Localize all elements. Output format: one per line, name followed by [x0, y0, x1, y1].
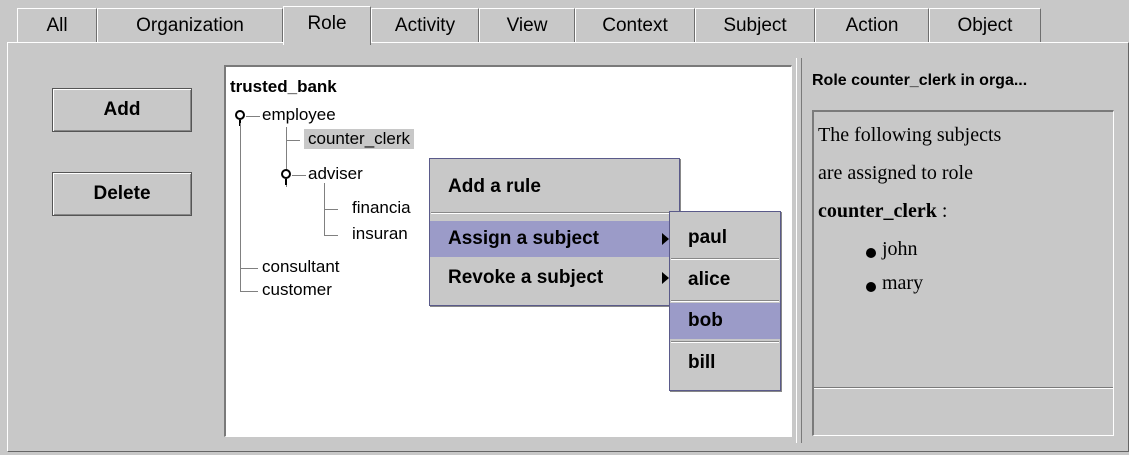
add-button[interactable]: Add — [52, 88, 192, 132]
menu-item-label: Add a rule — [448, 176, 541, 197]
submenu-item-bill[interactable]: bill — [670, 345, 780, 381]
menu-separator — [671, 341, 779, 343]
split-pane-divider[interactable] — [796, 58, 802, 443]
menu-item-label: Assign a subject — [448, 228, 599, 249]
tab-all[interactable]: All — [17, 8, 97, 42]
menu-separator — [671, 258, 779, 260]
info-role-name: counter_clerk — [818, 200, 937, 222]
menu-item-add-rule[interactable]: Add a rule — [430, 169, 679, 205]
submenu-item-label: alice — [688, 269, 731, 290]
delete-button[interactable]: Delete — [52, 172, 192, 216]
subject-item: mary — [882, 272, 924, 294]
tree-connector — [324, 235, 338, 236]
tab-label: Context — [602, 15, 668, 36]
tab-label: Object — [957, 15, 1013, 36]
tree-node-consultant[interactable]: consultant — [262, 257, 340, 277]
info-panel: The following subjects are assigned to r… — [812, 110, 1114, 436]
tab-context[interactable]: Context — [575, 8, 695, 42]
tree-node-customer[interactable]: customer — [262, 280, 332, 300]
subject-item: john — [882, 238, 918, 260]
tree-connector — [240, 291, 258, 292]
submenu-item-label: bob — [688, 310, 723, 331]
submenu-item-label: paul — [688, 227, 728, 248]
bullet-icon — [866, 248, 876, 258]
info-role-line: counter_clerk : — [818, 200, 947, 223]
submenu-item-paul[interactable]: paul — [670, 220, 780, 256]
tree-root[interactable]: trusted_bank — [230, 77, 337, 97]
info-divider — [814, 387, 1113, 389]
info-title: Role counter_clerk in orga... — [812, 72, 1028, 89]
bullet-icon — [866, 282, 876, 292]
info-colon: : — [936, 200, 948, 222]
key-icon[interactable] — [235, 110, 245, 126]
tree-node-employee[interactable]: employee — [262, 105, 336, 125]
tree-node-financial[interactable]: financia — [352, 198, 411, 218]
tab-label: View — [506, 15, 548, 36]
submenu-item-label: bill — [688, 352, 716, 373]
tree-connector — [286, 140, 300, 141]
tree-node-insurance[interactable]: insuran — [352, 224, 408, 244]
submenu-arrow-icon — [662, 233, 669, 245]
tab-label: All — [46, 15, 68, 36]
tab-organization[interactable]: Organization — [97, 8, 283, 42]
key-icon[interactable] — [281, 169, 291, 185]
context-menu: Add a rule Assign a subject Revoke a sub… — [429, 158, 680, 306]
tree-connector — [246, 116, 260, 117]
menu-separator — [431, 212, 678, 214]
tab-object[interactable]: Object — [929, 8, 1041, 42]
tree-node-adviser[interactable]: adviser — [308, 164, 363, 184]
tab-role[interactable]: Role — [283, 6, 371, 45]
menu-item-assign-subject[interactable]: Assign a subject — [430, 221, 679, 257]
tab-subject[interactable]: Subject — [695, 8, 815, 42]
submenu-item-bob[interactable]: bob — [670, 303, 780, 339]
info-text-line: The following subjects — [818, 124, 1002, 146]
menu-item-revoke-subject[interactable]: Revoke a subject — [430, 260, 679, 296]
tab-label: Role — [307, 13, 347, 34]
subject-submenu: paul alice bob bill — [669, 211, 781, 391]
tab-label: Activity — [394, 15, 456, 36]
tab-view[interactable]: View — [479, 8, 575, 42]
tree-connector — [240, 268, 258, 269]
tab-label: Subject — [723, 15, 787, 36]
tab-label: Action — [845, 15, 899, 36]
tree-connector — [240, 123, 241, 291]
tab-activity[interactable]: Activity — [371, 8, 479, 42]
tree-node-counter-clerk[interactable]: counter_clerk — [304, 129, 415, 149]
menu-item-label: Revoke a subject — [448, 267, 604, 288]
submenu-arrow-icon — [662, 272, 669, 284]
tree-connector — [324, 209, 338, 210]
tab-action[interactable]: Action — [815, 8, 929, 42]
info-text-line: are assigned to role — [818, 162, 973, 184]
tab-label: Organization — [136, 15, 244, 36]
tree-connector — [292, 175, 306, 176]
menu-separator — [671, 300, 779, 302]
submenu-item-alice[interactable]: alice — [670, 262, 780, 298]
